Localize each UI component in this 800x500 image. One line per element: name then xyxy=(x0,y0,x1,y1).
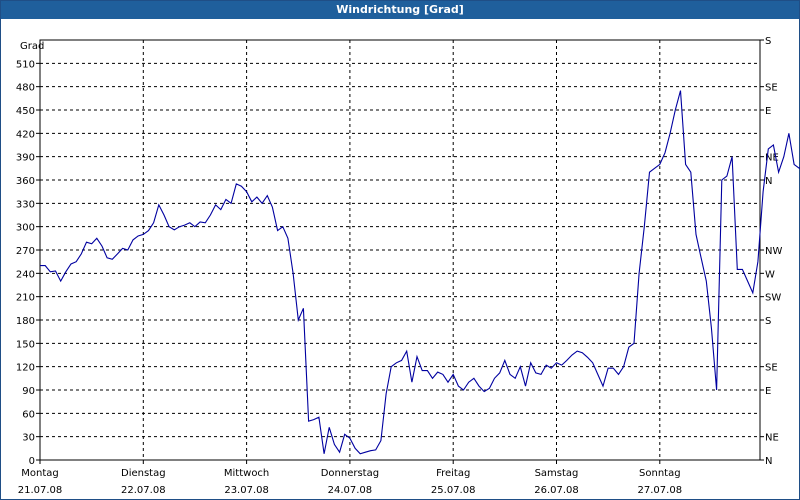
x-tick-date: 23.07.08 xyxy=(224,485,269,496)
x-tick-date: 21.07.08 xyxy=(18,485,63,496)
x-tick-date: 27.07.08 xyxy=(638,485,683,496)
x-axis-ticks: Montag 21.07.08 Dienstag 22.07.08 Mittwoch 23… xyxy=(18,468,682,496)
y-tick-label: 30 xyxy=(22,433,35,444)
y-tick-label: 480 xyxy=(16,83,35,94)
x-tick-date: 24.07.08 xyxy=(328,485,373,496)
right-tick-label: SW xyxy=(765,293,781,304)
x-tick-day: Sonntag xyxy=(639,468,681,479)
grid xyxy=(36,39,764,464)
y-tick-label: 150 xyxy=(16,339,35,350)
y-tick-label: 0 xyxy=(29,456,35,467)
x-tick-day: Mittwoch xyxy=(224,468,269,479)
right-tick-label: N xyxy=(765,176,772,187)
y-tick-label: 120 xyxy=(16,363,35,374)
wind-direction-chart: 0 30 60 90 120 150 180 210 240 270 300 330 360 390 420… xyxy=(16,36,800,496)
x-tick-day: Donnerstag xyxy=(321,468,379,479)
right-tick-label: S xyxy=(765,316,771,327)
plot-area xyxy=(40,90,800,455)
y-tick-label: 330 xyxy=(16,199,35,210)
x-tick-date: 26.07.08 xyxy=(534,485,579,496)
right-tick-label: SE xyxy=(765,83,778,94)
y-tick-label: 180 xyxy=(16,316,35,327)
y-tick-label: 450 xyxy=(16,106,35,117)
right-tick-label: SE xyxy=(765,363,778,374)
y-tick-label: 360 xyxy=(16,176,35,187)
right-tick-label: E xyxy=(765,386,771,397)
x-tick-date: 22.07.08 xyxy=(121,485,166,496)
x-tick-day: Montag xyxy=(21,468,58,479)
y-tick-label: 510 xyxy=(16,59,35,70)
right-tick-label: E xyxy=(765,106,771,117)
x-tick-day: Freitag xyxy=(436,468,470,479)
series-line xyxy=(40,90,800,455)
y-tick-label: 270 xyxy=(16,246,35,257)
y-tick-label: 240 xyxy=(16,269,35,280)
y-tick-label: 420 xyxy=(16,129,35,140)
y-axis-ticks: 0 30 60 90 120 150 180 210 240 270 300 330 360 390 420… xyxy=(16,59,35,467)
x-tick-date: 25.07.08 xyxy=(431,485,476,496)
right-axis-ticks: NNEESESSWWNWNNEESES xyxy=(765,36,782,467)
y-tick-label: 60 xyxy=(22,409,35,420)
right-tick-label: N xyxy=(765,456,772,467)
x-tick-day: Samstag xyxy=(535,468,579,479)
right-tick-label: W xyxy=(765,269,775,280)
x-tick-day: Dienstag xyxy=(121,468,166,479)
y-axis-label: Grad xyxy=(20,41,44,52)
y-tick-label: 390 xyxy=(16,153,35,164)
y-tick-label: 90 xyxy=(22,386,35,397)
y-tick-label: 210 xyxy=(16,293,35,304)
right-tick-label: S xyxy=(765,36,771,47)
right-tick-label: NE xyxy=(765,433,779,444)
y-tick-label: 300 xyxy=(16,223,35,234)
right-tick-label: NW xyxy=(765,246,782,257)
